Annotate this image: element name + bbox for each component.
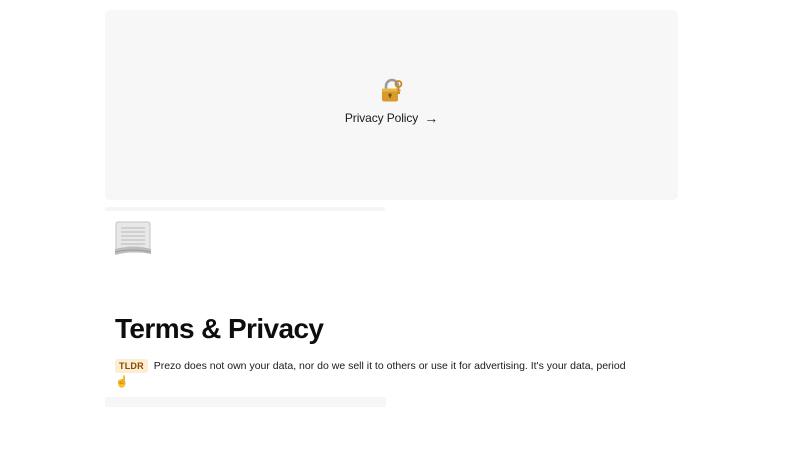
tldr-text: Prezo does not own your data, nor do we …	[153, 360, 626, 372]
privacy-policy-card[interactable]: Privacy Policy →	[105, 10, 678, 200]
tldr-badge: TLDR	[115, 359, 148, 373]
lock-with-key-icon	[381, 78, 402, 102]
privacy-policy-label: Privacy Policy	[344, 111, 419, 125]
arrow-right-icon: →	[424, 110, 439, 126]
section-divider	[105, 207, 385, 211]
tldr-summary: TLDR Prezo does not own your data, nor d…	[115, 358, 675, 390]
page-title: Terms & Privacy	[115, 313, 324, 344]
section-divider-bottom	[105, 397, 386, 407]
page: Privacy Policy → Terms & Privacy TLDR Pr…	[0, 0, 800, 450]
documents-icon	[114, 221, 152, 255]
privacy-policy-link[interactable]: Privacy Policy →	[345, 111, 438, 125]
pointing-up-hand-icon: ☝️	[115, 376, 129, 388]
